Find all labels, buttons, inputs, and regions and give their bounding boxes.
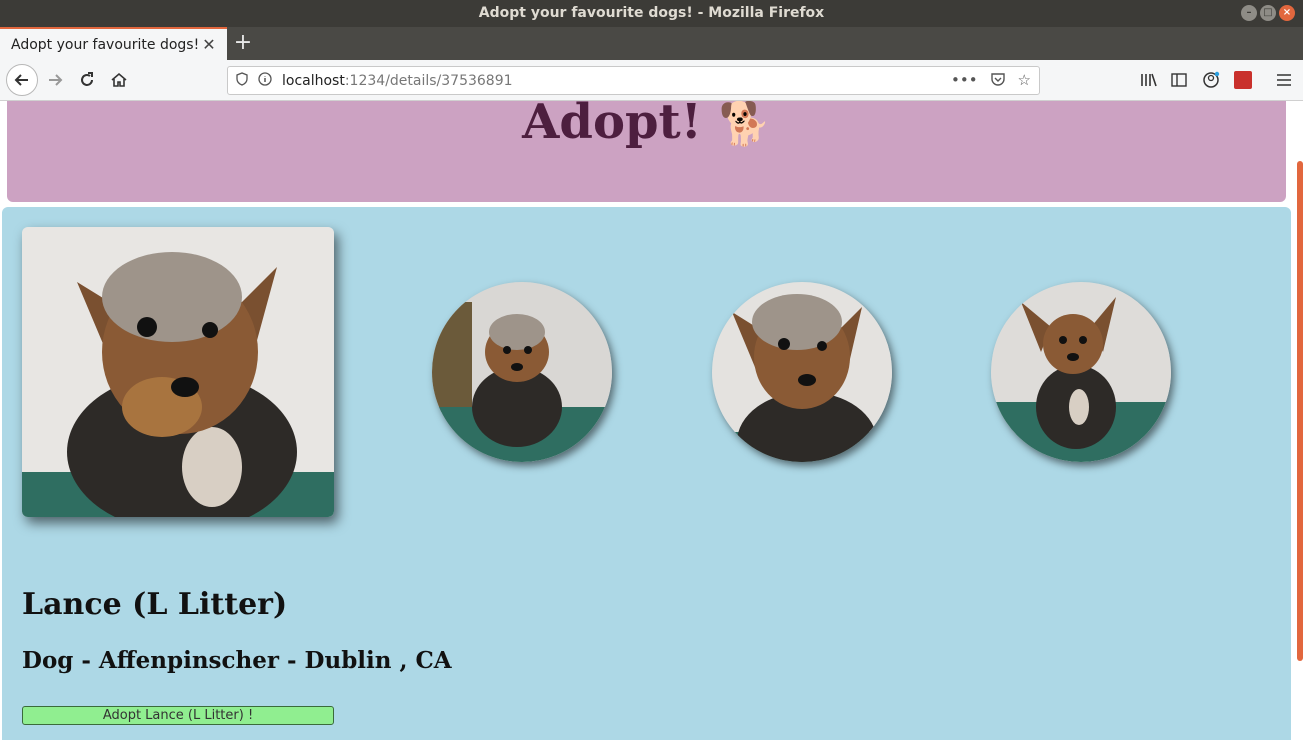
- close-window-icon[interactable]: ×: [1279, 5, 1295, 21]
- thumbnail-1[interactable]: [432, 282, 612, 462]
- dog-emoji-icon: 🐕: [718, 101, 771, 148]
- window-title: Adopt your favourite dogs! - Mozilla Fir…: [478, 5, 825, 21]
- tab-strip: Adopt your favourite dogs! ✕ +: [0, 27, 1303, 60]
- browser-tab[interactable]: Adopt your favourite dogs! ✕: [0, 27, 227, 60]
- hero-image: [22, 227, 334, 517]
- scrollbar[interactable]: [1297, 161, 1303, 661]
- forward-icon[interactable]: [42, 67, 68, 93]
- sidebar-icon[interactable]: [1166, 67, 1192, 93]
- tab-title: Adopt your favourite dogs!: [11, 36, 199, 53]
- tracking-shield-icon[interactable]: [236, 71, 248, 90]
- window-controls: – □ ×: [1241, 5, 1295, 21]
- url-bar[interactable]: localhost:1234/details/37536891 ••• ☆: [227, 66, 1040, 95]
- bookmark-star-icon[interactable]: ☆: [1018, 71, 1031, 91]
- thumbnail-3[interactable]: [991, 282, 1171, 462]
- page-actions-icon[interactable]: •••: [951, 71, 978, 91]
- back-icon[interactable]: [6, 64, 38, 96]
- account-icon[interactable]: [1198, 67, 1224, 93]
- site-title-text: Adopt!: [522, 101, 702, 150]
- home-icon[interactable]: [106, 67, 132, 93]
- page-content: Adopt! 🐕 Lance (L Litter) Dog - Affenpin…: [0, 101, 1303, 740]
- pet-subtitle: Dog - Affenpinscher - Dublin , CA: [22, 647, 452, 674]
- pet-details: Lance (L Litter) Dog - Affenpinscher - D…: [2, 207, 1291, 740]
- url-path: :1234/details/37536891: [344, 72, 513, 89]
- site-title[interactable]: Adopt! 🐕: [7, 101, 1286, 165]
- reload-icon[interactable]: [74, 67, 100, 93]
- library-icon[interactable]: [1136, 67, 1162, 93]
- tab-close-icon[interactable]: ✕: [199, 35, 219, 54]
- window-titlebar: Adopt your favourite dogs! - Mozilla Fir…: [0, 0, 1303, 27]
- url-host: localhost: [282, 72, 345, 89]
- new-tab-icon[interactable]: +: [230, 27, 256, 60]
- url-actions: ••• ☆: [951, 71, 1031, 91]
- site-info-icon[interactable]: [258, 71, 272, 90]
- minimize-icon[interactable]: –: [1241, 5, 1257, 21]
- maximize-icon[interactable]: □: [1260, 5, 1276, 21]
- adopt-button[interactable]: Adopt Lance (L Litter) !: [22, 706, 334, 725]
- thumbnail-2[interactable]: [712, 282, 892, 462]
- navigation-toolbar: localhost:1234/details/37536891 ••• ☆: [0, 60, 1303, 101]
- site-header: Adopt! 🐕: [7, 101, 1286, 202]
- pet-name: Lance (L Litter): [22, 587, 288, 622]
- extension-icon[interactable]: [1230, 67, 1256, 93]
- menu-icon[interactable]: [1271, 67, 1297, 93]
- pocket-icon[interactable]: [990, 71, 1006, 91]
